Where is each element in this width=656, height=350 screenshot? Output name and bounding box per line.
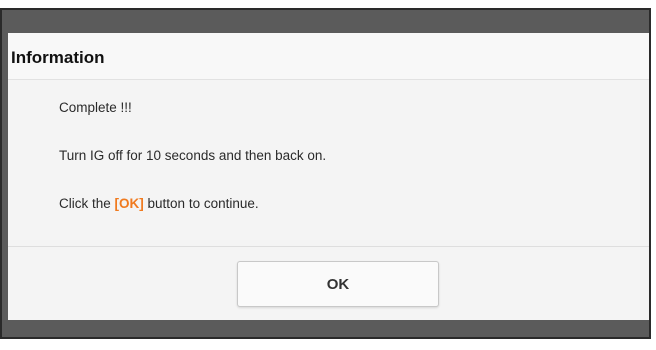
message-continue: Click the [OK] button to continue. (59, 196, 259, 211)
ok-button[interactable]: OK (237, 261, 439, 307)
dialog-footer: OK (8, 247, 649, 320)
message-instruction: Turn IG off for 10 seconds and then back… (59, 148, 327, 163)
dialog-header: Information (8, 33, 649, 80)
message-continue-prefix: Click the (59, 196, 115, 211)
message-continue-suffix: button to continue. (143, 196, 259, 211)
dialog-body: Complete !!! Turn IG off for 10 seconds … (8, 80, 649, 247)
screen: Information Complete !!! Turn IG off for… (0, 0, 656, 350)
information-dialog: Information Complete !!! Turn IG off for… (8, 33, 649, 320)
message-complete: Complete !!! (59, 100, 132, 115)
dialog-title: Information (11, 48, 105, 67)
device-frame: Information Complete !!! Turn IG off for… (0, 8, 651, 339)
ok-highlight-text: [OK] (114, 196, 144, 211)
